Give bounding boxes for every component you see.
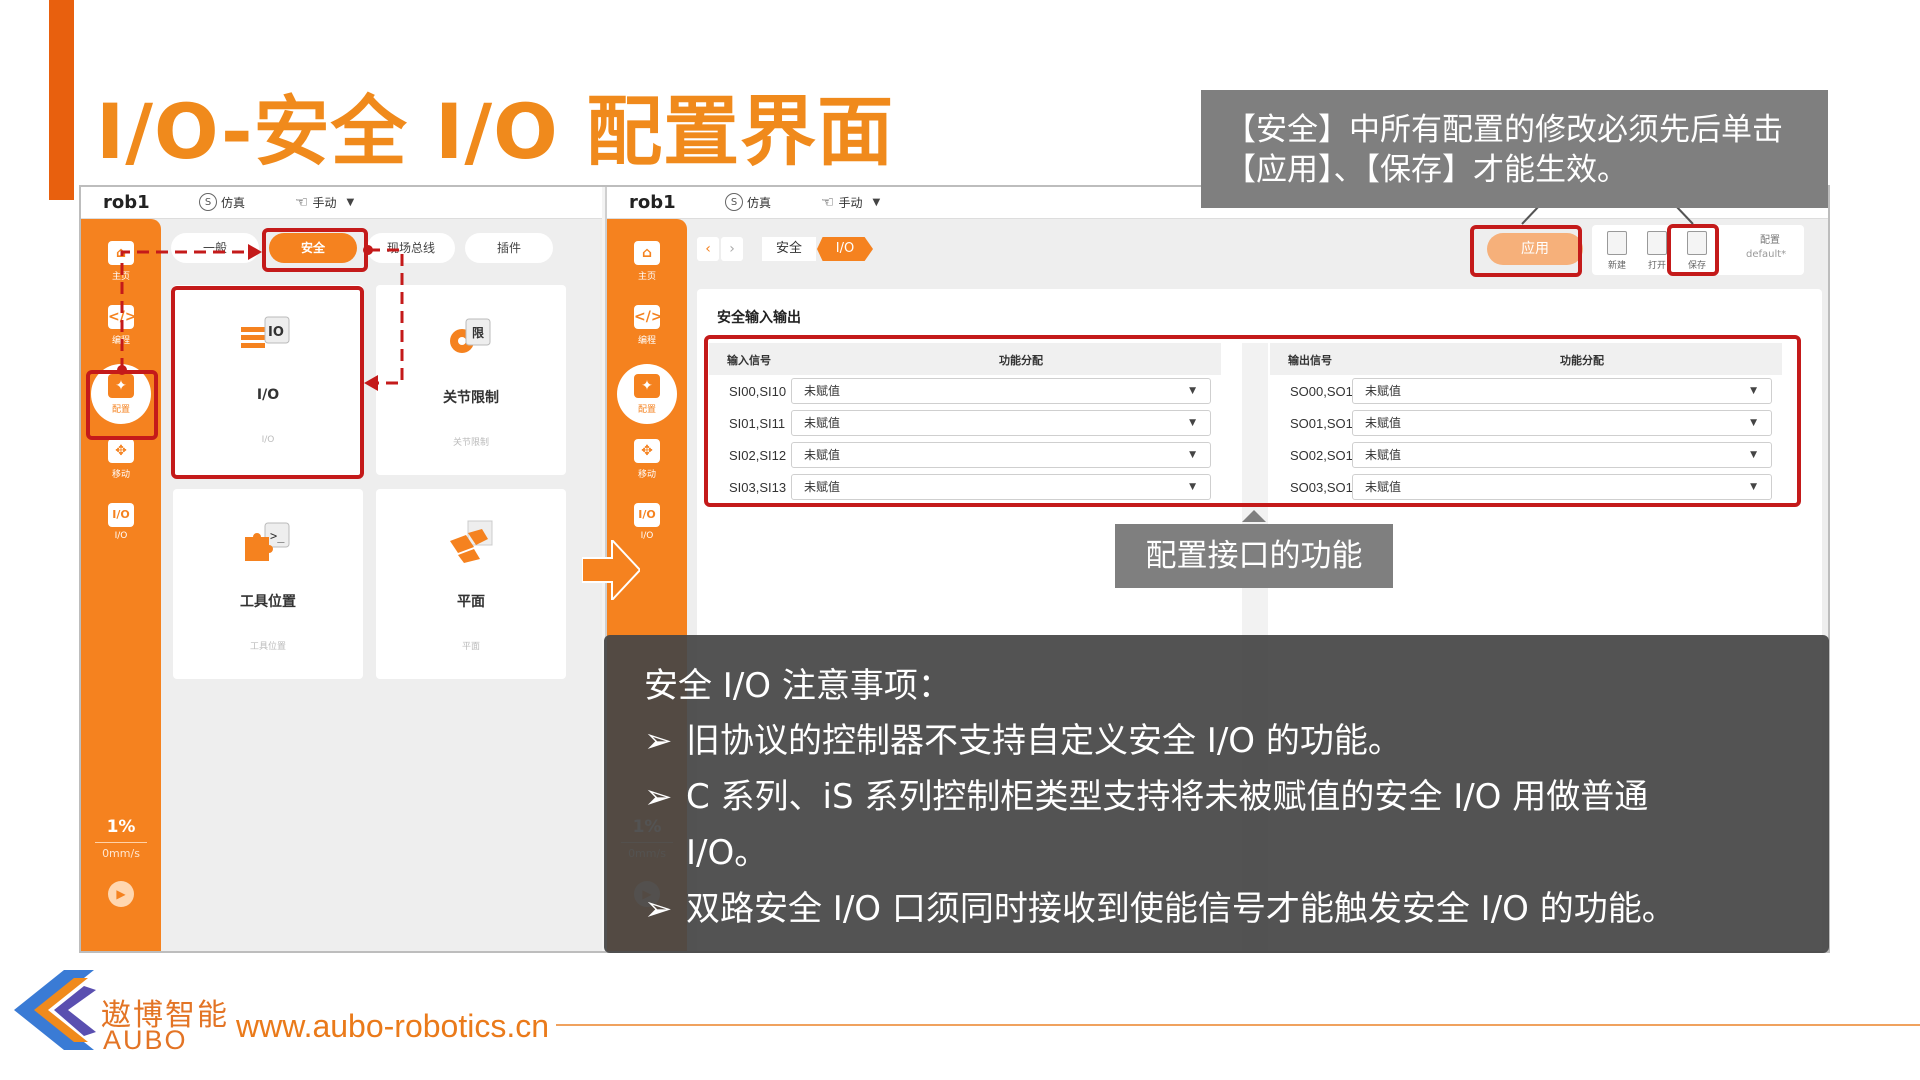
note-text: 旧协议的控制器不支持自定义安全 I/O 的功能。 bbox=[686, 721, 1402, 761]
arrow-bullet-icon: ➢ bbox=[644, 777, 673, 817]
note-text: 双路安全 I/O 口须同时接收到使能信号才能触发安全 I/O 的功能。 bbox=[686, 889, 1676, 929]
safety-io-notes: 安全 I/O 注意事项： ➢ 旧协议的控制器不支持自定义安全 I/O 的功能。 … bbox=[604, 635, 1829, 953]
note-item: ➢ 旧协议的控制器不支持自定义安全 I/O 的功能。 bbox=[644, 713, 1829, 769]
callout-apply-save: 【安全】中所有配置的修改必须先后单击 【应用】、【保存】才能生效。 bbox=[1201, 90, 1828, 208]
arrow-bullet-icon: ➢ bbox=[644, 889, 673, 929]
transition-arrow-icon bbox=[582, 540, 640, 600]
note-item: ➢ 双路安全 I/O 口须同时接收到使能信号才能触发安全 I/O 的功能。 bbox=[644, 881, 1829, 937]
website-url[interactable]: www.aubo-robotics.cn bbox=[236, 1008, 549, 1045]
callout-line: 【安全】中所有配置的修改必须先后单击 bbox=[1225, 112, 1783, 148]
note-text: C 系列、iS 系列控制柜类型支持将未被赋值的安全 I/O 用做普通 bbox=[686, 777, 1649, 817]
arrow-bullet-icon: ➢ bbox=[644, 721, 673, 761]
brand-name-en: AUBO bbox=[103, 1025, 188, 1055]
footer-divider bbox=[556, 1024, 1920, 1026]
note-text-continuation: I/O。 bbox=[686, 833, 769, 873]
note-item: ➢ C 系列、iS 系列控制柜类型支持将未被赋值的安全 I/O 用做普通 I/O… bbox=[644, 769, 1829, 881]
callout-line: 【应用】、【保存】才能生效。 bbox=[1225, 152, 1628, 188]
notes-title: 安全 I/O 注意事项： bbox=[644, 666, 952, 706]
callout-interface-function: 配置接口的功能 bbox=[1115, 524, 1393, 588]
